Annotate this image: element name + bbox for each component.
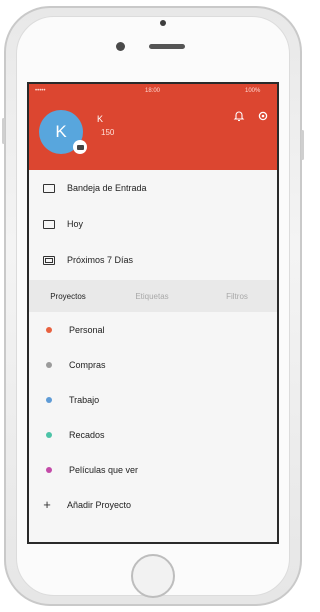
carrier-signal: ••••• (35, 88, 46, 94)
tab-filters[interactable]: Filtros (197, 292, 277, 301)
calendar-week-icon (43, 255, 55, 265)
project-color-dot (46, 466, 52, 473)
karma-count: 150 (101, 128, 115, 137)
project-color-dot (46, 326, 52, 333)
project-color-dot (46, 431, 52, 438)
earpiece-speaker (149, 44, 185, 49)
app-header: ••••• 18:00 100% K K 150 (29, 84, 277, 170)
tab-bar: Proyectos Etiquetas Filtros (29, 280, 277, 312)
project-personal[interactable]: Personal (29, 312, 277, 347)
power-button (301, 130, 304, 160)
project-label: Recados (69, 429, 105, 440)
nav-inbox[interactable]: Bandeja de Entrada (29, 170, 277, 206)
project-compras[interactable]: Compras (29, 347, 277, 382)
project-label: Películas que ver (69, 464, 139, 475)
project-color-dot (46, 396, 52, 403)
front-camera (116, 42, 125, 51)
project-label: Personal (69, 324, 105, 335)
home-button[interactable] (131, 554, 175, 598)
app-screen: ••••• 18:00 100% K K 150 Bandeja de Entr… (27, 82, 279, 544)
nav-today[interactable]: Hoy (29, 206, 277, 242)
tab-labels[interactable]: Etiquetas (107, 292, 197, 301)
nav-label: Hoy (67, 219, 84, 229)
tab-projects[interactable]: Proyectos (29, 292, 107, 301)
project-trabajo[interactable]: Trabajo (29, 382, 277, 417)
inbox-icon (43, 183, 55, 193)
status-time: 18:00 (145, 88, 161, 94)
add-project-label: Añadir Proyecto (67, 499, 132, 510)
user-name: K (97, 114, 104, 124)
nav-label: Próximos 7 Días (67, 255, 134, 265)
project-recados[interactable]: Recados (29, 417, 277, 452)
project-color-dot (46, 361, 52, 368)
project-list: Personal Compras Trabajo Recados Películ… (29, 312, 277, 522)
add-project-button[interactable]: + Añadir Proyecto (29, 487, 277, 522)
camera-icon[interactable] (73, 140, 87, 154)
main-nav: Bandeja de Entrada Hoy Próximos 7 Días (29, 170, 277, 278)
project-label: Trabajo (69, 394, 100, 405)
front-sensor (160, 20, 166, 26)
calendar-icon (43, 219, 55, 229)
nav-next-7-days[interactable]: Próximos 7 Días (29, 242, 277, 278)
project-peliculas[interactable]: Películas que ver (29, 452, 277, 487)
volume-button (2, 118, 5, 144)
project-label: Compras (69, 359, 106, 370)
bell-icon[interactable] (233, 110, 245, 122)
nav-label: Bandeja de Entrada (67, 183, 147, 193)
status-bar: ••••• 18:00 100% (29, 84, 277, 98)
battery-level: 100% (245, 88, 261, 94)
avatar-initial: K (55, 122, 67, 141)
plus-icon: + (43, 497, 51, 512)
gear-icon[interactable] (257, 110, 269, 122)
